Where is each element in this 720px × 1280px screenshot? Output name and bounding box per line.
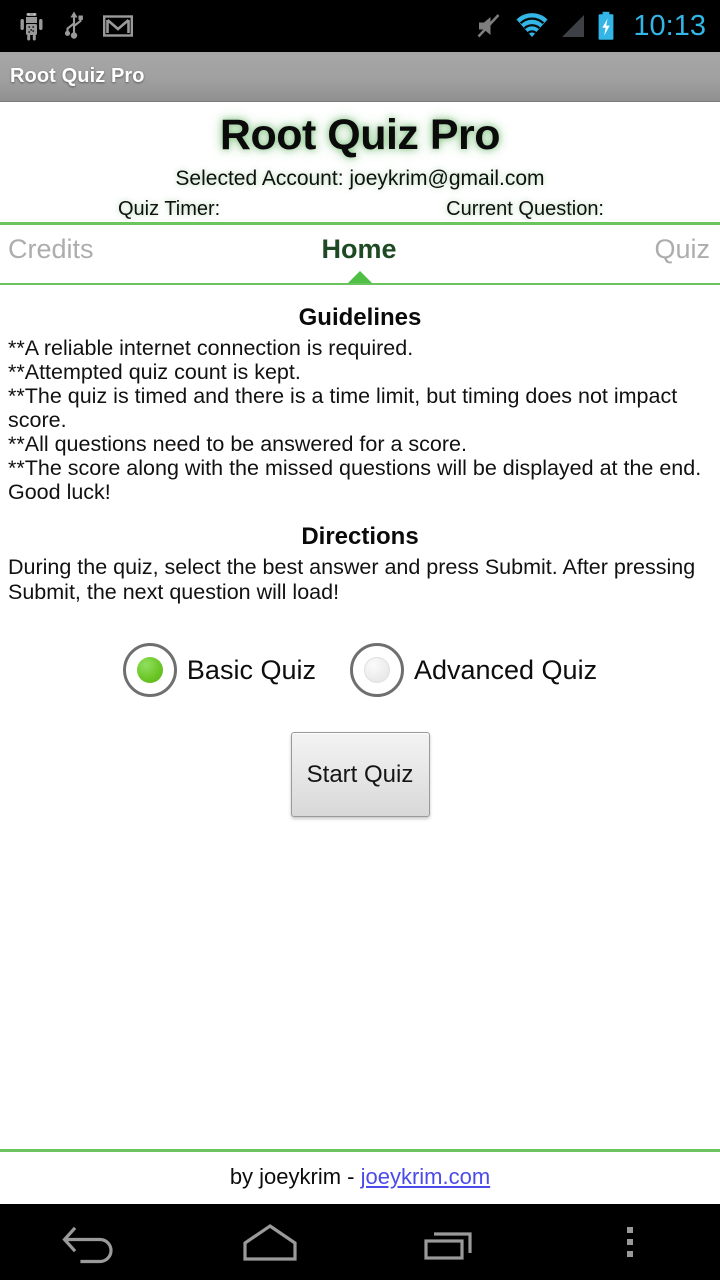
selected-account-label: Selected Account: joeykrim@gmail.com xyxy=(175,167,545,190)
footer-website-link[interactable]: joeykrim.com xyxy=(361,1164,491,1189)
nav-home-button[interactable] xyxy=(180,1204,360,1280)
radio-basic-quiz-selected-dot xyxy=(136,657,163,683)
nav-recents-button[interactable] xyxy=(360,1204,540,1280)
action-bar-title: Root Quiz Pro xyxy=(10,65,145,87)
guidelines-body: **A reliable internet connection is requ… xyxy=(8,336,702,504)
page-title: Root Quiz Pro xyxy=(219,111,501,159)
battery-charging-icon xyxy=(599,11,614,40)
header-meta-row: Quiz Timer: Current Question: xyxy=(0,196,720,222)
usb-icon xyxy=(64,11,83,39)
app-header: Root Quiz Pro Selected Account: joeykrim… xyxy=(0,102,720,222)
recents-icon xyxy=(424,1232,472,1260)
tab-bar: Credits Home Quiz xyxy=(0,225,720,273)
nav-back-button[interactable] xyxy=(0,1204,180,1280)
directions-heading: Directions xyxy=(301,523,419,550)
system-navigation-bar xyxy=(0,1204,720,1280)
footer-byline-text: by joeykrim - xyxy=(229,1164,361,1189)
tab-active-caret-icon xyxy=(348,271,372,283)
home-icon xyxy=(243,1224,297,1261)
radio-basic-quiz-label: Basic Quiz xyxy=(186,655,316,685)
radio-advanced-quiz-unselected-dot xyxy=(363,657,390,683)
main-content: Guidelines **A reliable internet connect… xyxy=(0,285,720,1149)
start-quiz-button[interactable]: Start Quiz xyxy=(290,732,430,817)
mute-icon xyxy=(477,14,500,38)
cell-signal-icon xyxy=(562,15,585,37)
tab-quiz[interactable]: Quiz xyxy=(476,225,720,273)
android-debug-icon xyxy=(20,13,43,41)
nav-overflow-menu-button[interactable] xyxy=(540,1204,720,1280)
start-quiz-button-row: Start Quiz xyxy=(8,732,712,817)
overflow-menu-icon xyxy=(627,1227,633,1257)
tab-credits[interactable]: Credits xyxy=(0,225,242,273)
tab-home[interactable]: Home xyxy=(242,225,476,273)
guidelines-heading: Guidelines xyxy=(298,304,422,331)
radio-basic-quiz-icon[interactable] xyxy=(122,643,177,697)
radio-option-basic-quiz[interactable]: Basic Quiz xyxy=(122,643,316,697)
status-clock: 10:13 xyxy=(633,10,706,42)
app-screen: 10:13 Root Quiz Pro Root Quiz Pro Select… xyxy=(0,0,720,1280)
radio-option-advanced-quiz[interactable]: Advanced Quiz xyxy=(349,643,598,697)
status-bar-right-icons: 10:13 xyxy=(476,11,706,41)
directions-body: During the quiz, select the best answer … xyxy=(8,555,702,604)
status-bar: 10:13 xyxy=(0,0,720,52)
current-question-label: Current Question: xyxy=(446,198,604,220)
footer-byline: by joeykrim - joeykrim.com xyxy=(0,1152,720,1204)
tab-indicator-rule xyxy=(0,271,720,285)
quiz-mode-radio-group: Basic Quiz Advanced Quiz xyxy=(8,643,712,697)
wifi-icon xyxy=(516,13,548,37)
back-icon xyxy=(62,1226,113,1264)
quiz-timer-label: Quiz Timer: xyxy=(118,198,221,220)
radio-advanced-quiz-label: Advanced Quiz xyxy=(413,655,598,685)
radio-advanced-quiz-icon[interactable] xyxy=(349,643,404,697)
gmail-icon xyxy=(103,15,133,37)
status-bar-left-icons xyxy=(18,10,133,42)
footer: by joeykrim - joeykrim.com xyxy=(0,1149,720,1204)
action-bar: Root Quiz Pro xyxy=(0,52,720,102)
